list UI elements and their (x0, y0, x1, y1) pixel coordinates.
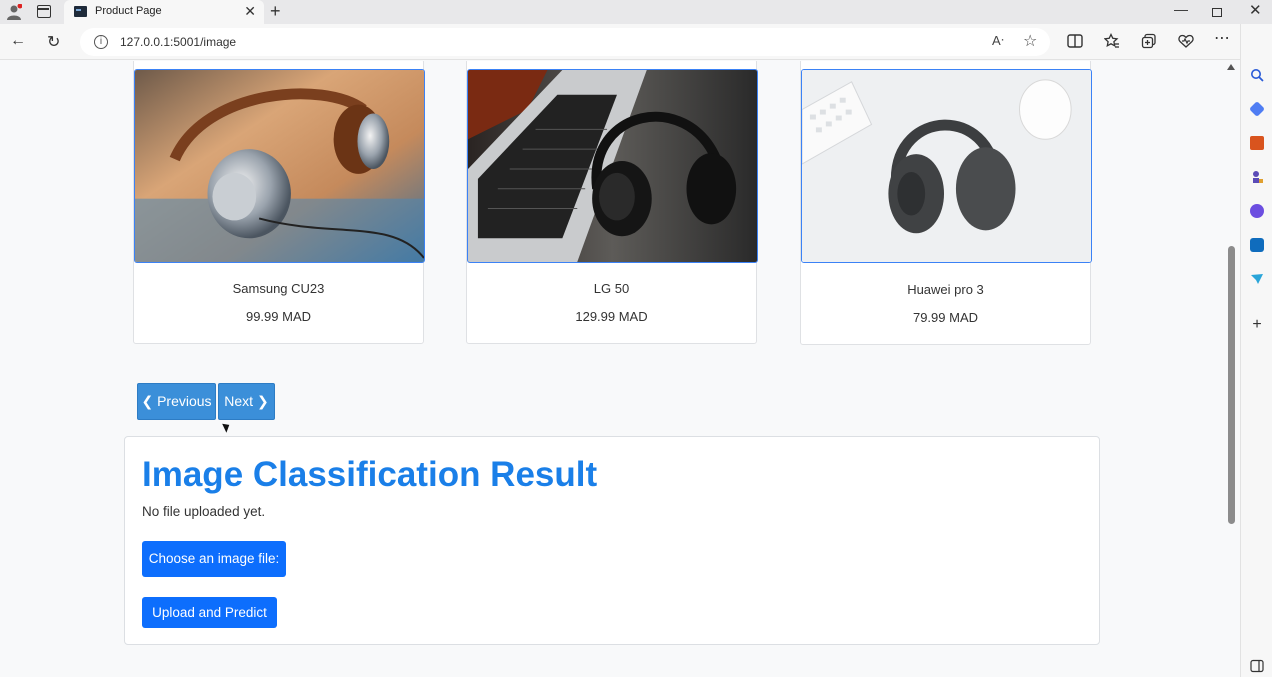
reload-icon[interactable]: ↻ (47, 32, 60, 52)
read-aloud-icon[interactable]: Aᐧ (992, 33, 1004, 49)
tools-briefcase-icon[interactable] (1250, 136, 1264, 150)
headphones-black-laptop-image[interactable] (467, 69, 758, 263)
shopping-tag-icon[interactable] (1249, 101, 1265, 117)
product-price: 79.99 MAD (912, 310, 979, 325)
next-button[interactable]: Next ❯ (218, 383, 275, 420)
tab-close-icon[interactable]: ✕ (244, 3, 256, 20)
product-price: 99.99 MAD (245, 309, 312, 324)
tab-actions-icon[interactable] (37, 5, 51, 18)
edge-sidebar: + (1240, 24, 1272, 677)
collections-icon[interactable] (1141, 33, 1157, 49)
site-info-icon[interactable]: i (94, 35, 108, 49)
choose-file-button[interactable]: Choose an image file: (142, 541, 286, 577)
browser-titlebar: Product Page ✕ + — ✕ (0, 0, 1272, 24)
page-title: Image Classification Result (142, 455, 598, 494)
product-price: 129.99 MAD (575, 309, 648, 324)
product-name: Huawei pro 3 (907, 282, 984, 297)
favorites-icon[interactable] (1104, 33, 1120, 49)
product-card[interactable]: LG 50 129.99 MAD (466, 61, 758, 344)
page-content: Samsung CU23 99.99 MAD LG 50 129.99 MAD (0, 61, 1223, 677)
product-card[interactable]: Huawei pro 3 79.99 MAD (800, 61, 1092, 345)
profile-icon[interactable] (6, 4, 22, 20)
scroll-up-arrow-icon[interactable] (1227, 64, 1235, 70)
product-card[interactable]: Samsung CU23 99.99 MAD (133, 61, 425, 344)
microsoft-365-icon[interactable] (1250, 204, 1264, 218)
search-icon[interactable] (1250, 68, 1264, 82)
new-tab-icon[interactable]: + (270, 1, 281, 22)
add-sidebar-app-icon[interactable]: + (1250, 317, 1264, 333)
upload-predict-button[interactable]: Upload and Predict (142, 597, 277, 628)
next-label: Next (224, 393, 254, 409)
browser-toolbar: ← ↻ i 127.0.0.1:5001/image Aᐧ ☆ ⋯ (0, 24, 1272, 60)
chevron-right-icon: ❯ (256, 393, 269, 409)
previous-button[interactable]: ❮ Previous (137, 383, 216, 420)
outlook-icon[interactable] (1250, 238, 1264, 252)
url-text[interactable]: 127.0.0.1:5001/image (120, 35, 236, 49)
address-bar[interactable]: i 127.0.0.1:5001/image Aᐧ ☆ (80, 28, 1050, 56)
classification-card: Image Classification Result No file uplo… (124, 436, 1100, 645)
close-window-icon[interactable]: ✕ (1249, 1, 1262, 19)
chevron-left-icon: ❮ (141, 393, 154, 409)
games-chess-icon[interactable] (1250, 170, 1264, 184)
previous-label: Previous (157, 393, 212, 409)
browser-essentials-icon[interactable] (1178, 33, 1194, 49)
tab-title: Product Page (95, 5, 162, 17)
product-name: Samsung CU23 (232, 281, 325, 296)
product-name: LG 50 (593, 281, 630, 296)
sidebar-toggle-icon[interactable] (1250, 659, 1264, 673)
more-options-icon[interactable]: ⋯ (1214, 31, 1230, 47)
send-plane-icon[interactable] (1250, 272, 1264, 286)
browser-tab[interactable]: Product Page ✕ (64, 0, 264, 24)
back-icon[interactable]: ← (10, 32, 26, 50)
maximize-icon[interactable] (1212, 8, 1222, 17)
minimize-icon[interactable]: — (1174, 1, 1188, 17)
headphones-silver-image[interactable] (134, 69, 425, 263)
page-scrollbar[interactable] (1223, 60, 1239, 677)
scroll-thumb[interactable] (1228, 246, 1235, 524)
terminal-favicon-icon (74, 6, 87, 17)
upload-status-text: No file uploaded yet. (142, 504, 266, 519)
favorite-star-icon[interactable]: ☆ (1023, 31, 1037, 51)
split-screen-icon[interactable] (1067, 33, 1083, 49)
headphones-gray-desk-image[interactable] (801, 69, 1092, 263)
